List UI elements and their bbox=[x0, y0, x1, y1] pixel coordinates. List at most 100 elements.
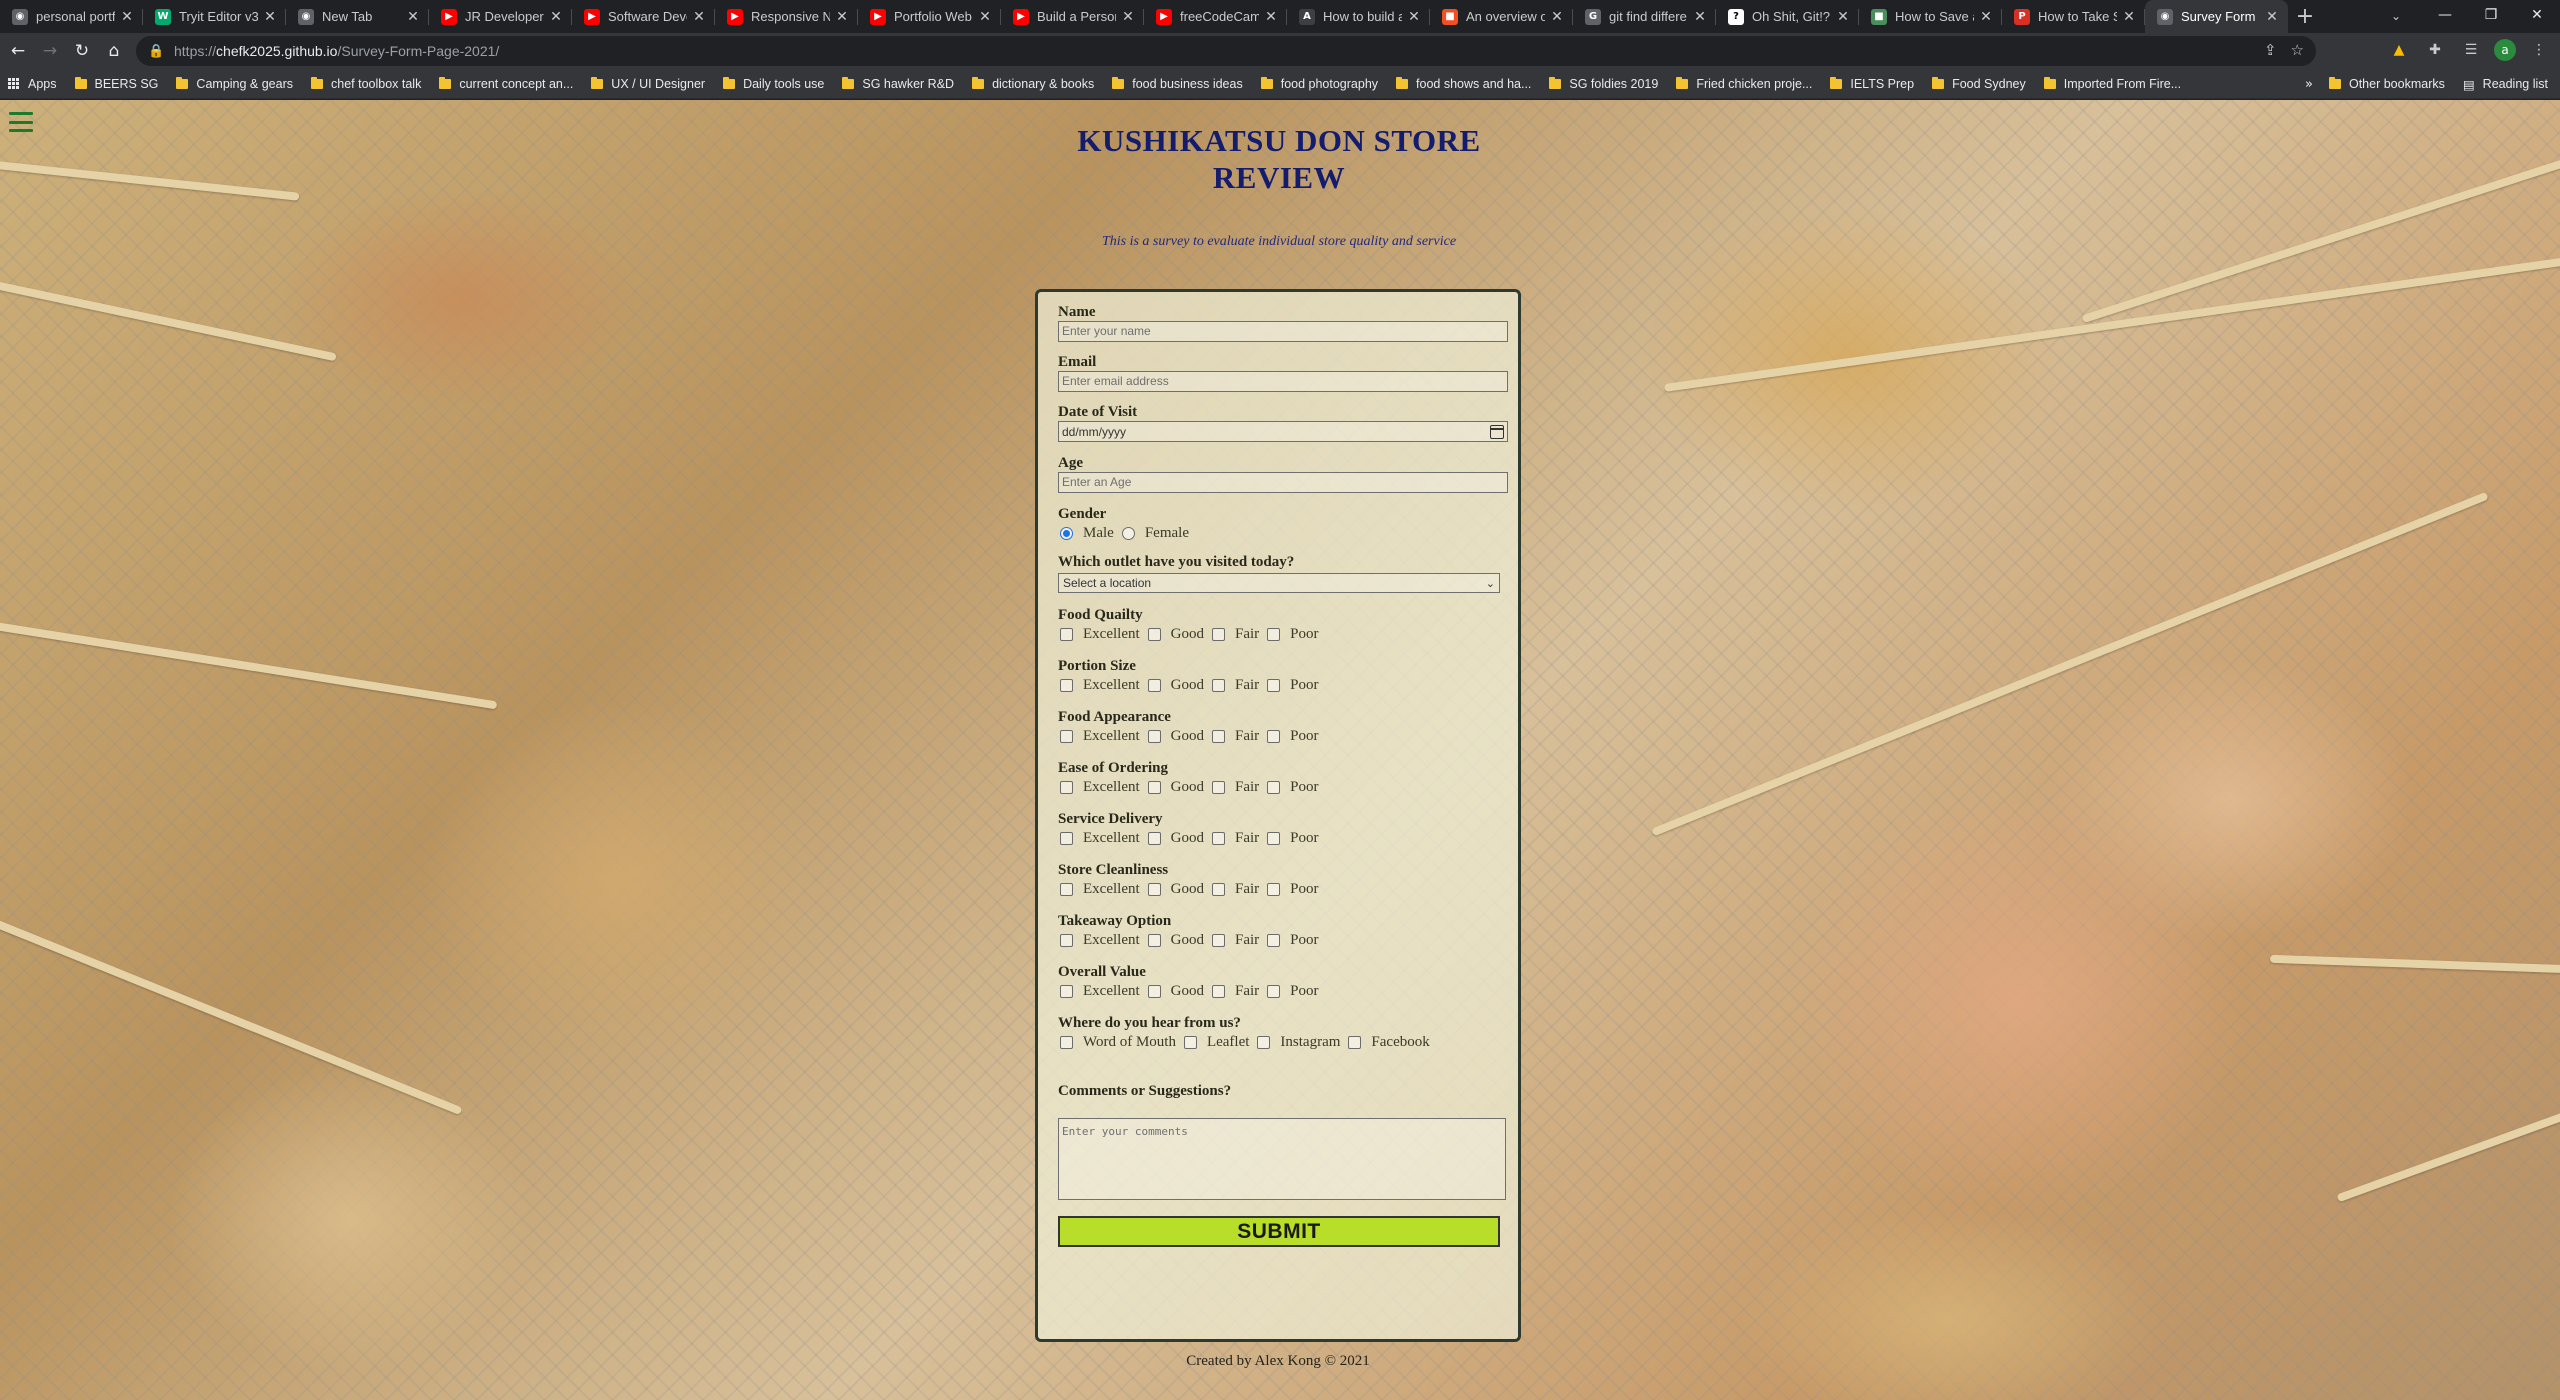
rating-option[interactable]: Good bbox=[1147, 677, 1204, 694]
submit-button[interactable]: SUBMIT bbox=[1058, 1216, 1500, 1247]
checkbox[interactable] bbox=[1267, 883, 1281, 896]
source-option[interactable]: Leaflet bbox=[1183, 1034, 1249, 1051]
rating-option[interactable]: Poor bbox=[1267, 983, 1319, 1000]
checkbox[interactable] bbox=[1060, 985, 1073, 998]
rating-option[interactable]: Excellent bbox=[1058, 728, 1140, 745]
bookmark-folder[interactable]: Food Sydney bbox=[1932, 76, 2026, 91]
comments-textarea[interactable]: Enter your comments bbox=[1058, 1118, 1506, 1200]
tab-close-icon[interactable]: ✕ bbox=[405, 9, 421, 25]
bookmark-folder[interactable]: food shows and ha... bbox=[1396, 76, 1531, 91]
rating-option[interactable]: Excellent bbox=[1058, 626, 1140, 643]
checkbox[interactable] bbox=[1211, 985, 1225, 998]
checkbox[interactable] bbox=[1060, 730, 1073, 743]
checkbox[interactable] bbox=[1267, 832, 1281, 845]
close-window-icon[interactable]: ✕ bbox=[2514, 0, 2560, 30]
rating-option[interactable]: Excellent bbox=[1058, 983, 1140, 1000]
minimize-icon[interactable]: — bbox=[2422, 0, 2468, 30]
rating-option[interactable]: Excellent bbox=[1058, 779, 1140, 796]
bookmark-folder[interactable]: SG hawker R&D bbox=[842, 76, 954, 91]
radio-button[interactable] bbox=[1060, 527, 1073, 540]
rating-option[interactable]: Fair bbox=[1211, 626, 1259, 643]
checkbox[interactable] bbox=[1147, 883, 1161, 896]
checkbox[interactable] bbox=[1211, 628, 1225, 641]
home-icon[interactable]: ⌂ bbox=[100, 37, 128, 65]
browser-tab[interactable]: W Tryit Editor v3. ✕ bbox=[143, 0, 286, 33]
tab-close-icon[interactable]: ✕ bbox=[1549, 9, 1565, 25]
tab-close-icon[interactable]: ✕ bbox=[1120, 9, 1136, 25]
share-icon[interactable]: ⇪ bbox=[2264, 41, 2277, 59]
browser-tab[interactable]: ■ An overview o ✕ bbox=[1430, 0, 1573, 33]
rating-option[interactable]: Good bbox=[1147, 932, 1204, 949]
checkbox[interactable] bbox=[1060, 679, 1073, 692]
checkbox[interactable] bbox=[1211, 679, 1225, 692]
checkbox[interactable] bbox=[1060, 628, 1073, 641]
bookmark-folder[interactable]: Camping & gears bbox=[176, 76, 293, 91]
apps-shortcut[interactable]: Apps bbox=[8, 77, 57, 91]
browser-tab[interactable]: A How to build a ✕ bbox=[1287, 0, 1430, 33]
more-bookmarks-icon[interactable]: » bbox=[2305, 77, 2313, 92]
rating-option[interactable]: Good bbox=[1147, 779, 1204, 796]
rating-option[interactable]: Poor bbox=[1267, 779, 1319, 796]
rating-option[interactable]: Poor bbox=[1267, 881, 1319, 898]
source-option[interactable]: Instagram bbox=[1257, 1034, 1340, 1051]
checkbox[interactable] bbox=[1267, 781, 1281, 794]
calendar-icon[interactable] bbox=[1490, 424, 1504, 439]
tab-close-icon[interactable]: ✕ bbox=[1835, 9, 1851, 25]
rating-option[interactable]: Fair bbox=[1211, 830, 1259, 847]
radio-button[interactable] bbox=[1121, 527, 1135, 540]
checkbox[interactable] bbox=[1211, 934, 1225, 947]
checkbox[interactable] bbox=[1060, 934, 1073, 947]
extensions-puzzle-icon[interactable]: ✚ bbox=[2422, 37, 2448, 63]
bookmark-folder[interactable]: SG foldies 2019 bbox=[1549, 76, 1658, 91]
browser-tab[interactable]: ◉ Survey Form ✕ bbox=[2145, 0, 2288, 33]
date-input[interactable]: dd/mm/yyyy bbox=[1058, 421, 1508, 442]
rating-option[interactable]: Fair bbox=[1211, 983, 1259, 1000]
browser-tab[interactable]: ▶ JR Developer ✕ bbox=[429, 0, 572, 33]
tab-close-icon[interactable]: ✕ bbox=[1978, 9, 1994, 25]
outlet-select[interactable]: Select a location ⌄ bbox=[1058, 573, 1500, 593]
checkbox[interactable] bbox=[1267, 985, 1281, 998]
new-tab-button[interactable]: + bbox=[2288, 0, 2322, 33]
checkbox[interactable] bbox=[1211, 781, 1225, 794]
checkbox[interactable] bbox=[1211, 730, 1225, 743]
browser-tab[interactable]: ▶ Software Deve ✕ bbox=[572, 0, 715, 33]
rating-option[interactable]: Excellent bbox=[1058, 881, 1140, 898]
name-input[interactable]: Enter your name bbox=[1058, 321, 1508, 342]
gender-option[interactable]: Male bbox=[1058, 525, 1114, 542]
rating-option[interactable]: Good bbox=[1147, 626, 1204, 643]
age-input[interactable]: Enter an Age bbox=[1058, 472, 1508, 493]
tab-close-icon[interactable]: ✕ bbox=[2121, 9, 2137, 25]
rating-option[interactable]: Fair bbox=[1211, 779, 1259, 796]
checkbox[interactable] bbox=[1060, 781, 1073, 794]
rating-option[interactable]: Good bbox=[1147, 881, 1204, 898]
browser-tab[interactable]: ▶ freeCodeCamp ✕ bbox=[1144, 0, 1287, 33]
checkbox[interactable] bbox=[1147, 679, 1161, 692]
checkbox[interactable] bbox=[1267, 934, 1281, 947]
checkbox[interactable] bbox=[1257, 1036, 1271, 1049]
rating-option[interactable]: Good bbox=[1147, 830, 1204, 847]
browser-tab[interactable]: ▶ Build a Person ✕ bbox=[1001, 0, 1144, 33]
email-input[interactable]: Enter email address bbox=[1058, 371, 1508, 392]
bookmark-folder[interactable]: food photography bbox=[1260, 76, 1378, 91]
checkbox[interactable] bbox=[1147, 628, 1161, 641]
rating-option[interactable]: Poor bbox=[1267, 677, 1319, 694]
tab-close-icon[interactable]: ✕ bbox=[1263, 9, 1279, 25]
checkbox[interactable] bbox=[1147, 781, 1161, 794]
bookmark-folder[interactable]: BEERS SG bbox=[74, 76, 158, 91]
reading-list-button[interactable]: ▤ Reading list bbox=[2463, 77, 2548, 92]
bookmark-folder[interactable]: food business ideas bbox=[1112, 76, 1243, 91]
bookmark-folder[interactable]: Fried chicken proje... bbox=[1676, 76, 1812, 91]
tab-close-icon[interactable]: ✕ bbox=[834, 9, 850, 25]
browser-tab[interactable]: ▶ Portfolio Web ✕ bbox=[858, 0, 1001, 33]
tab-close-icon[interactable]: ✕ bbox=[262, 9, 278, 25]
rating-option[interactable]: Poor bbox=[1267, 728, 1319, 745]
rating-option[interactable]: Fair bbox=[1211, 728, 1259, 745]
gender-option[interactable]: Female bbox=[1121, 525, 1189, 542]
browser-tab[interactable]: ◉ New Tab ✕ bbox=[286, 0, 429, 33]
rating-option[interactable]: Excellent bbox=[1058, 830, 1140, 847]
other-bookmarks-folder[interactable]: Other bookmarks bbox=[2328, 77, 2445, 91]
browser-tab[interactable]: ■ How to Save a ✕ bbox=[1859, 0, 2002, 33]
address-bar[interactable]: 🔒 https://chefk2025.github.io/Survey-For… bbox=[136, 36, 2316, 66]
checkbox[interactable] bbox=[1147, 832, 1161, 845]
tab-close-icon[interactable]: ✕ bbox=[1406, 9, 1422, 25]
